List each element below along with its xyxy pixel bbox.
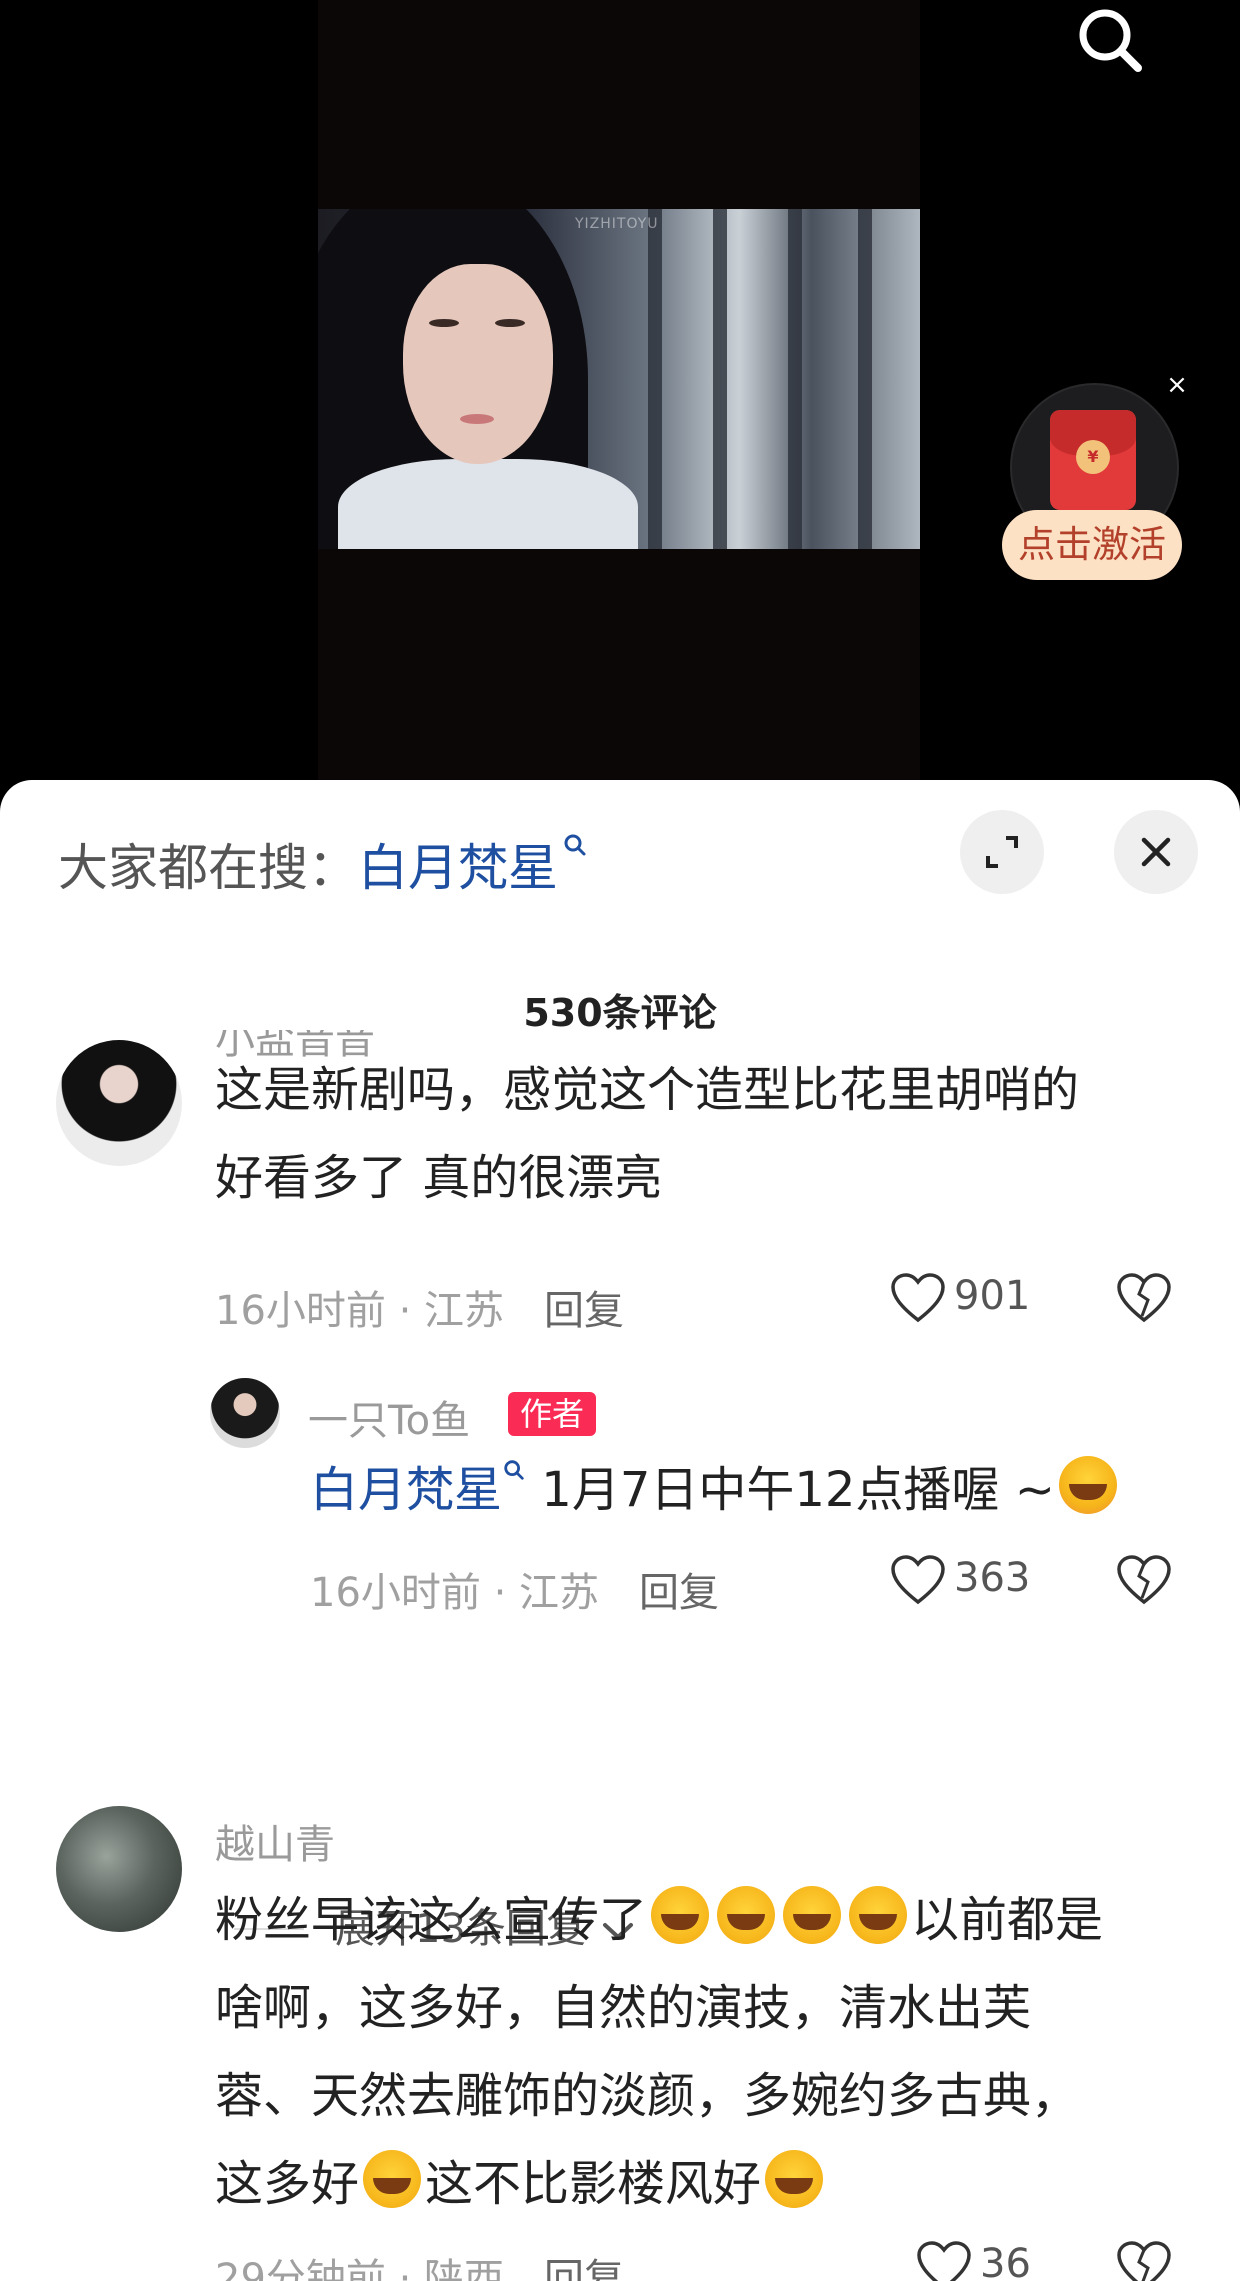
author-badge: 作者 — [508, 1392, 597, 1436]
reply-avatar[interactable] — [210, 1378, 280, 1448]
comment-meta: 29分钟前 · 陕西 回复 — [215, 2246, 624, 2281]
comment-text-line: 这多好 这不比影楼风好 — [215, 2140, 1103, 2228]
red-packet-close-icon[interactable]: × — [1162, 370, 1192, 400]
comment-time-location: 29分钟前 · 陕西 — [215, 2256, 505, 2281]
heart-icon — [891, 1273, 945, 1323]
dislike-icon[interactable] — [1116, 1554, 1172, 1606]
figure-face — [403, 264, 553, 464]
comment-text-line: 这是新剧吗，感觉这个造型比花里胡哨的 — [215, 1062, 1080, 1118]
reply-button[interactable]: 回复 — [544, 2256, 624, 2281]
avatar[interactable] — [56, 1806, 182, 1932]
red-envelope-icon: ¥ — [1050, 410, 1136, 510]
crying-laughing-emoji-icon — [765, 2150, 824, 2208]
heart-icon — [891, 1555, 945, 1605]
figure-collar — [338, 459, 638, 549]
reply-time-location: 16小时前 · 江苏 — [310, 1570, 600, 1616]
hug-emoji-icon — [1058, 1456, 1117, 1514]
like-count: 36 — [980, 2241, 1031, 2281]
activate-button[interactable]: 点击激活 — [1002, 510, 1182, 580]
trending-search[interactable]: 大家都在搜：白月梵星 — [58, 828, 588, 900]
close-icon — [1141, 837, 1171, 867]
expand-sheet-button[interactable] — [960, 810, 1044, 894]
crying-laughing-emoji-icon — [363, 2150, 422, 2208]
like-button[interactable]: 36 — [916, 2240, 1031, 2281]
comment-sheet: 大家都在搜：白月梵星 530条评论 小盐音音 这是新剧吗，感觉这个造型比花里胡哨… — [0, 780, 1240, 2281]
like-count: 363 — [954, 1555, 1031, 1601]
reply-author[interactable]: 一只To鱼 — [308, 1388, 470, 1446]
figure-lips — [460, 414, 494, 424]
dislike-icon[interactable] — [1116, 1272, 1172, 1324]
comment-text-segment: 以前都是 — [911, 1892, 1104, 1948]
background-bar — [713, 209, 727, 549]
trending-search-term[interactable]: 白月梵星 — [358, 839, 558, 897]
figure-eye — [429, 319, 459, 327]
avatar[interactable] — [56, 1040, 182, 1166]
reply-meta: 16小时前 · 江苏 回复 — [310, 1560, 719, 1618]
reply-button[interactable]: 回复 — [544, 1288, 624, 1334]
small-search-icon — [504, 1460, 524, 1480]
like-button[interactable]: 363 — [890, 1554, 1030, 1606]
like-button[interactable]: 901 — [890, 1272, 1030, 1324]
dislike-icon[interactable] — [1116, 2240, 1172, 2281]
reply-search-link[interactable]: 白月梵星 — [310, 1462, 502, 1518]
comment-text-line: 好看多了 真的很漂亮 — [215, 1150, 663, 1206]
comment-text-segment: 粉丝早该这么宣传了 — [215, 1892, 648, 1948]
trending-search-prefix: 大家都在搜： — [58, 839, 358, 897]
figure-eye — [495, 319, 525, 327]
like-count: 901 — [954, 1273, 1031, 1319]
background-bar — [858, 209, 872, 549]
search-icon[interactable] — [1072, 0, 1152, 80]
video-still — [318, 209, 920, 549]
expand-icon — [986, 836, 1018, 868]
comment-text: 这是新剧吗，感觉这个造型比花里胡哨的 好看多了 真的很漂亮 — [215, 1046, 1079, 1222]
comment-text-line: 啥啊，这多好，自然的演技，清水出芙 — [215, 1980, 1032, 2036]
crying-laughing-emoji-icon — [651, 1886, 710, 1944]
heart-icon — [917, 2241, 971, 2281]
reply-button[interactable]: 回复 — [639, 1570, 719, 1616]
video-watermark: YIZHITOYU — [575, 216, 659, 232]
coin-icon: ¥ — [1076, 440, 1110, 474]
reply-body: 1月7日中午12点播喔 ~ — [526, 1462, 1055, 1518]
reply-text: 白月梵星 1月7日中午12点播喔 ~ — [310, 1456, 1121, 1520]
comment-time-location: 16小时前 · 江苏 — [215, 1288, 505, 1334]
comment-text-line: 蓉、天然去雕饰的淡颜，多婉约多古典， — [215, 2068, 1080, 2124]
comment-count-title: 530条评论 — [523, 991, 717, 1035]
comment-text: 粉丝早该这么宣传了 以前都是 啥啊，这多好，自然的演技，清水出芙 蓉、天然去雕饰的… — [215, 1876, 1103, 2228]
close-sheet-button[interactable] — [1114, 810, 1198, 894]
comment-text-line: 粉丝早该这么宣传了 以前都是 — [215, 1876, 1103, 1964]
background-bar — [648, 209, 662, 549]
comment-text-segment: 这不比影楼风好 — [425, 2156, 762, 2212]
comment-meta: 16小时前 · 江苏 回复 — [215, 1278, 624, 1336]
crying-laughing-emoji-icon — [783, 1886, 842, 1944]
comment-author[interactable]: 越山青 — [215, 1812, 335, 1870]
small-search-icon — [564, 834, 586, 856]
background-bar — [788, 209, 802, 549]
crying-laughing-emoji-icon — [849, 1886, 908, 1944]
crying-laughing-emoji-icon — [717, 1886, 776, 1944]
comment-text-segment: 这多好 — [215, 2156, 360, 2212]
